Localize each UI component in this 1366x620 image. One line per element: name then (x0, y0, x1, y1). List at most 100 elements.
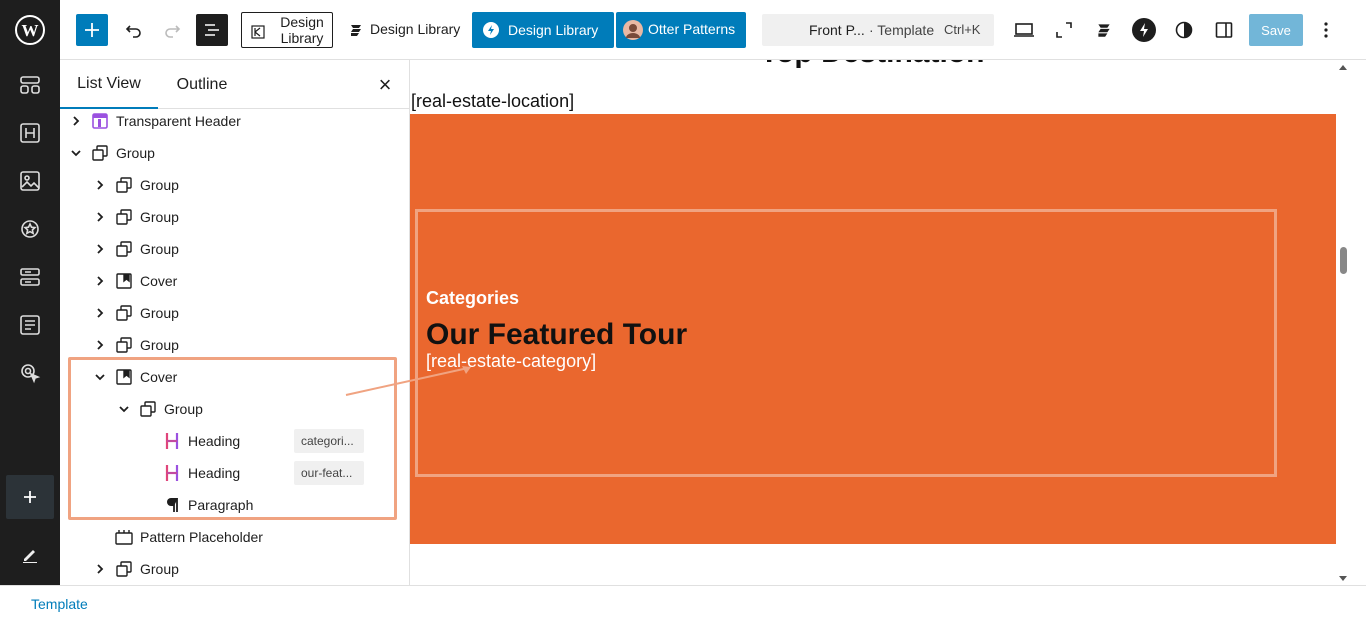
chevron-down-icon[interactable] (116, 401, 132, 417)
tree-row-cover[interactable]: Cover (60, 265, 409, 297)
list-view-panel: List View Outline × Transparent Header G… (60, 60, 410, 585)
block-inserter-button[interactable] (76, 14, 108, 46)
featured-tour-heading[interactable]: Our Featured Tour (426, 318, 687, 352)
redo-button[interactable] (156, 14, 188, 46)
stackable-icon (1098, 24, 1110, 37)
pattern-placeholder-icon (114, 527, 134, 547)
svg-text:W: W (22, 21, 39, 40)
design-library-primary-button[interactable]: Design Library (472, 12, 614, 48)
form-icon[interactable] (0, 305, 60, 345)
chevron-down-icon[interactable] (68, 145, 84, 161)
chevron-right-icon[interactable] (92, 273, 108, 289)
group-icon (114, 335, 134, 355)
bolt-plugin-button[interactable] (1128, 14, 1160, 46)
cover-block[interactable]: Categories Our Featured Tour [real-estat… (410, 114, 1336, 544)
chevron-down-icon[interactable] (92, 369, 108, 385)
tab-outline[interactable]: Outline (158, 60, 246, 109)
tree-row-heading[interactable]: Heading our-feat... (60, 457, 409, 489)
tree-row-group[interactable]: Group (60, 169, 409, 201)
group-icon (114, 239, 134, 259)
undo-button[interactable] (118, 14, 150, 46)
tree-row-label: Paragraph (188, 497, 254, 513)
tree-row-label: Heading (188, 465, 241, 481)
chevron-right-icon[interactable] (92, 337, 108, 353)
fullscreen-icon (1056, 22, 1072, 38)
chevron-right-icon[interactable] (92, 177, 108, 193)
options-menu-button[interactable] (1312, 14, 1340, 46)
tree-row-label: Group (140, 177, 179, 193)
chevron-right-icon[interactable] (92, 561, 108, 577)
keyboard-shortcut: Ctrl+K (944, 22, 981, 37)
design-library-plain-button[interactable]: Design Library (344, 14, 460, 46)
patterns-icon[interactable] (0, 65, 60, 105)
add-block-sidebar-button[interactable] (6, 475, 54, 519)
chevron-right-icon[interactable] (68, 113, 84, 129)
chevron-right-icon[interactable] (92, 209, 108, 225)
tree-row-label: Heading (188, 433, 241, 449)
tree-row-label: Group (140, 561, 179, 577)
tree-row-group[interactable]: Group (60, 201, 409, 233)
document-title: Front P... (809, 22, 865, 38)
list-view-icon (205, 24, 219, 36)
scroll-up-arrow-icon[interactable] (1339, 64, 1347, 70)
editor-canvas[interactable]: Top Destination [real-estate-location] C… (410, 60, 1336, 585)
save-button[interactable]: Save (1249, 14, 1303, 46)
stackable-icon (351, 25, 361, 36)
laptop-icon (1014, 23, 1034, 37)
otter-patterns-label: Otter Patterns (648, 21, 736, 37)
tab-list-view-label: List View (77, 74, 141, 92)
panel-tabs: List View Outline × (60, 60, 409, 109)
heading-block-icon[interactable] (0, 113, 60, 153)
tree-row-label: Group (140, 337, 179, 353)
drag-connector-arrow (345, 366, 471, 396)
canvas-scrollbar[interactable] (1336, 60, 1350, 585)
tree-row-pattern-placeholder[interactable]: Pattern Placeholder (60, 521, 409, 553)
interactions-icon[interactable] (0, 353, 60, 393)
image-icon[interactable] (0, 161, 60, 201)
document-overview-button[interactable] (196, 14, 228, 46)
tree-row-group[interactable]: Group (60, 297, 409, 329)
close-panel-button[interactable]: × (372, 60, 398, 109)
tree-row-label: Group (140, 305, 179, 321)
chevron-right-icon[interactable] (92, 241, 108, 257)
fullscreen-button[interactable] (1048, 14, 1080, 46)
section-heading-partial[interactable]: Top Destination (760, 60, 984, 70)
preview-device-button[interactable] (1008, 14, 1040, 46)
document-type: · Template (869, 22, 935, 38)
otter-patterns-button[interactable]: Otter Patterns (616, 12, 746, 48)
pencil-icon[interactable] (0, 535, 60, 575)
tree-row-group[interactable]: Group (60, 233, 409, 265)
stackable-settings-button[interactable] (1088, 14, 1120, 46)
tab-list-view[interactable]: List View (60, 60, 158, 109)
sidebar-icon (1215, 22, 1233, 38)
tree-row-paragraph[interactable]: Paragraph (60, 489, 409, 521)
rows-icon[interactable] (0, 257, 60, 297)
tree-row-transparent-header[interactable]: Transparent Header (60, 105, 409, 137)
scrollbar-thumb[interactable] (1340, 247, 1347, 274)
settings-sidebar-button[interactable] (1208, 14, 1240, 46)
group-icon (114, 207, 134, 227)
tree-row-group[interactable]: Group (60, 137, 409, 169)
save-label: Save (1261, 22, 1291, 38)
wordpress-logo-icon[interactable]: W (0, 10, 60, 50)
tab-outline-label: Outline (176, 75, 228, 93)
scroll-down-arrow-icon[interactable] (1339, 576, 1347, 582)
tree-row-label: Pattern Placeholder (140, 529, 263, 545)
badge-icon[interactable] (0, 209, 60, 249)
template-part-icon (90, 111, 110, 131)
paragraph-icon (162, 495, 182, 515)
tree-row-heading[interactable]: Heading categori... (60, 425, 409, 457)
design-library-plain-label: Design Library (370, 21, 461, 37)
design-library-outline-button[interactable]: Design Library (241, 12, 333, 48)
styles-button[interactable] (1168, 14, 1200, 46)
design-library-circle-icon (483, 22, 499, 38)
tree-row-group[interactable]: Group (60, 553, 409, 585)
location-shortcode[interactable]: [real-estate-location] (411, 91, 574, 112)
command-palette-button[interactable]: Front P... · Template Ctrl+K (762, 14, 994, 46)
close-icon: × (378, 71, 392, 97)
tree-row-group[interactable]: Group (60, 329, 409, 361)
categories-heading[interactable]: Categories (426, 288, 519, 309)
chevron-right-icon[interactable] (92, 305, 108, 321)
breadcrumb-template[interactable]: Template (31, 596, 88, 612)
admin-sidebar: W (0, 0, 60, 585)
